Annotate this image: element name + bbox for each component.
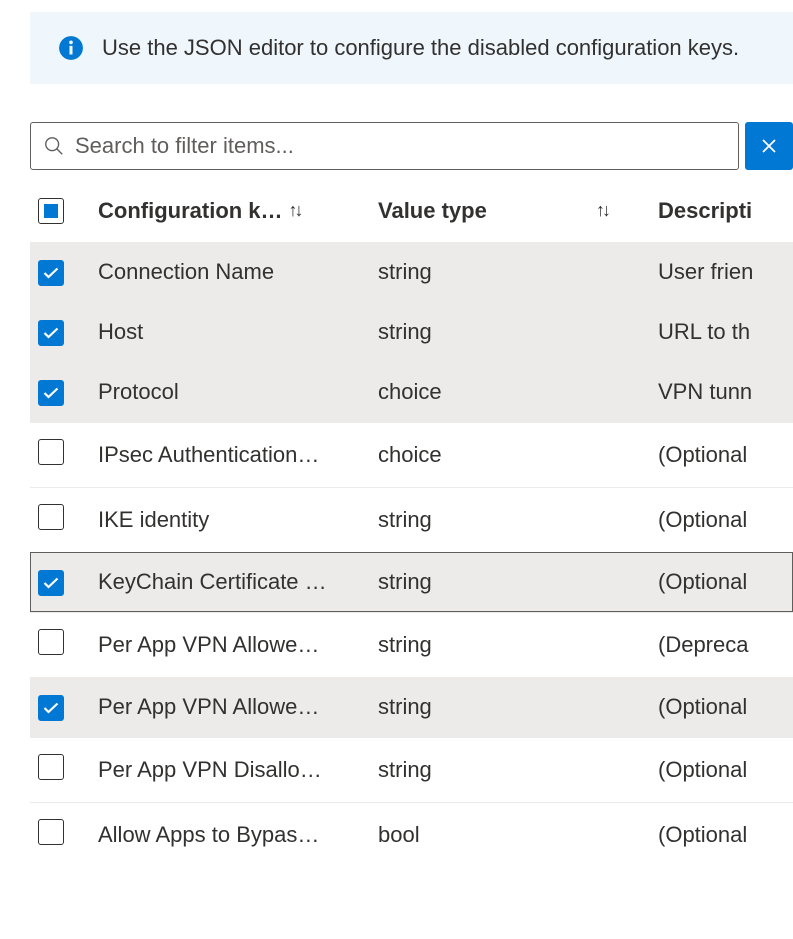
- table-row[interactable]: IPsec Authentication… choice(Optional: [30, 422, 793, 487]
- cell-key: IPsec Authentication…: [98, 442, 378, 468]
- cell-desc: (Depreca: [658, 632, 793, 658]
- column-header-desc-label: Descripti: [658, 198, 752, 223]
- cell-key-text: IPsec Authentication…: [98, 442, 319, 467]
- checkmark-icon: [43, 267, 59, 279]
- cell-key-text: KeyChain Certificate …: [98, 569, 327, 594]
- cell-key-text: Per App VPN Disallo…: [98, 757, 322, 782]
- cell-key-text: IKE identity: [98, 507, 209, 532]
- cell-key-text: Allow Apps to Bypas…: [98, 822, 319, 847]
- cell-desc: (Optional: [658, 694, 793, 720]
- close-icon: [761, 138, 777, 154]
- row-checkbox[interactable]: [38, 695, 64, 721]
- cell-key: Allow Apps to Bypas…: [98, 822, 378, 848]
- cell-key-text: Per App VPN Allowe…: [98, 632, 319, 657]
- cell-key-text: Host: [98, 319, 143, 344]
- search-input[interactable]: [75, 133, 726, 159]
- cell-desc: VPN tunn: [658, 379, 793, 405]
- cell-type: string: [378, 569, 658, 595]
- cell-desc: (Optional: [658, 757, 793, 783]
- checkmark-icon: [43, 577, 59, 589]
- row-checkbox[interactable]: [38, 754, 64, 780]
- row-checkbox[interactable]: [38, 260, 64, 286]
- sort-icon: ↑↓: [289, 200, 301, 221]
- sort-icon: ↑↓: [596, 200, 608, 221]
- row-checkbox[interactable]: [38, 570, 64, 596]
- checkmark-icon: [43, 702, 59, 714]
- cell-type: string: [378, 319, 658, 345]
- cell-type: choice: [378, 442, 658, 468]
- select-all-checkbox[interactable]: [38, 198, 64, 224]
- config-table: Configuration k… ↑↓ Value type ↑↓ Descri…: [30, 188, 793, 867]
- info-icon: [58, 35, 84, 61]
- row-checkbox[interactable]: [38, 320, 64, 346]
- column-header-key-label: Configuration k…: [98, 198, 283, 224]
- cell-desc: (Optional: [658, 507, 793, 533]
- cell-key: Per App VPN Allowe…: [98, 694, 378, 720]
- column-header-key[interactable]: Configuration k… ↑↓: [98, 198, 378, 224]
- cell-key: Connection Name: [98, 259, 378, 285]
- row-checkbox[interactable]: [38, 439, 64, 465]
- table-row[interactable]: KeyChain Certificate … string(Optional: [30, 552, 793, 612]
- column-header-desc[interactable]: Descripti: [658, 198, 793, 224]
- cell-type: string: [378, 757, 658, 783]
- table-row[interactable]: Per App VPN Allowe… string(Optional: [30, 677, 793, 737]
- column-header-type-label: Value type: [378, 198, 487, 224]
- clear-search-button[interactable]: [745, 122, 793, 170]
- info-banner: Use the JSON editor to configure the dis…: [30, 12, 793, 84]
- cell-key: IKE identity: [98, 507, 378, 533]
- table-row[interactable]: Per App VPN Disallo… string(Optional: [30, 737, 793, 802]
- cell-key: KeyChain Certificate …: [98, 569, 378, 595]
- cell-type: string: [378, 632, 658, 658]
- column-header-type[interactable]: Value type ↑↓: [378, 198, 658, 224]
- cell-type: bool: [378, 822, 658, 848]
- table-header: Configuration k… ↑↓ Value type ↑↓ Descri…: [30, 188, 793, 242]
- cell-key: Per App VPN Allowe…: [98, 632, 378, 658]
- row-checkbox[interactable]: [38, 380, 64, 406]
- cell-type: string: [378, 507, 658, 533]
- cell-key: Host: [98, 319, 378, 345]
- cell-desc: (Optional: [658, 442, 793, 468]
- cell-desc: User frien: [658, 259, 793, 285]
- cell-key: Protocol: [98, 379, 378, 405]
- table-row[interactable]: Connection Name stringUser frien: [30, 242, 793, 302]
- cell-desc: URL to th: [658, 319, 793, 345]
- cell-key-text: Protocol: [98, 379, 179, 404]
- cell-type: choice: [378, 379, 658, 405]
- table-row[interactable]: Host stringURL to th: [30, 302, 793, 362]
- table-row[interactable]: Protocol choiceVPN tunn: [30, 362, 793, 422]
- table-row[interactable]: Allow Apps to Bypas… bool(Optional: [30, 802, 793, 867]
- cell-key-text: Per App VPN Allowe…: [98, 694, 319, 719]
- search-box[interactable]: [30, 122, 739, 170]
- cell-type: string: [378, 259, 658, 285]
- search-icon: [43, 135, 65, 157]
- row-checkbox[interactable]: [38, 629, 64, 655]
- cell-key-text: Connection Name: [98, 259, 274, 284]
- info-text: Use the JSON editor to configure the dis…: [102, 32, 739, 64]
- cell-desc: (Optional: [658, 822, 793, 848]
- cell-type: string: [378, 694, 658, 720]
- row-checkbox[interactable]: [38, 819, 64, 845]
- row-checkbox[interactable]: [38, 504, 64, 530]
- cell-key: Per App VPN Disallo…: [98, 757, 378, 783]
- cell-desc: (Optional: [658, 569, 793, 595]
- table-row[interactable]: Per App VPN Allowe… string(Depreca: [30, 612, 793, 677]
- checkmark-icon: [43, 387, 59, 399]
- checkmark-icon: [43, 327, 59, 339]
- table-row[interactable]: IKE identity string(Optional: [30, 487, 793, 552]
